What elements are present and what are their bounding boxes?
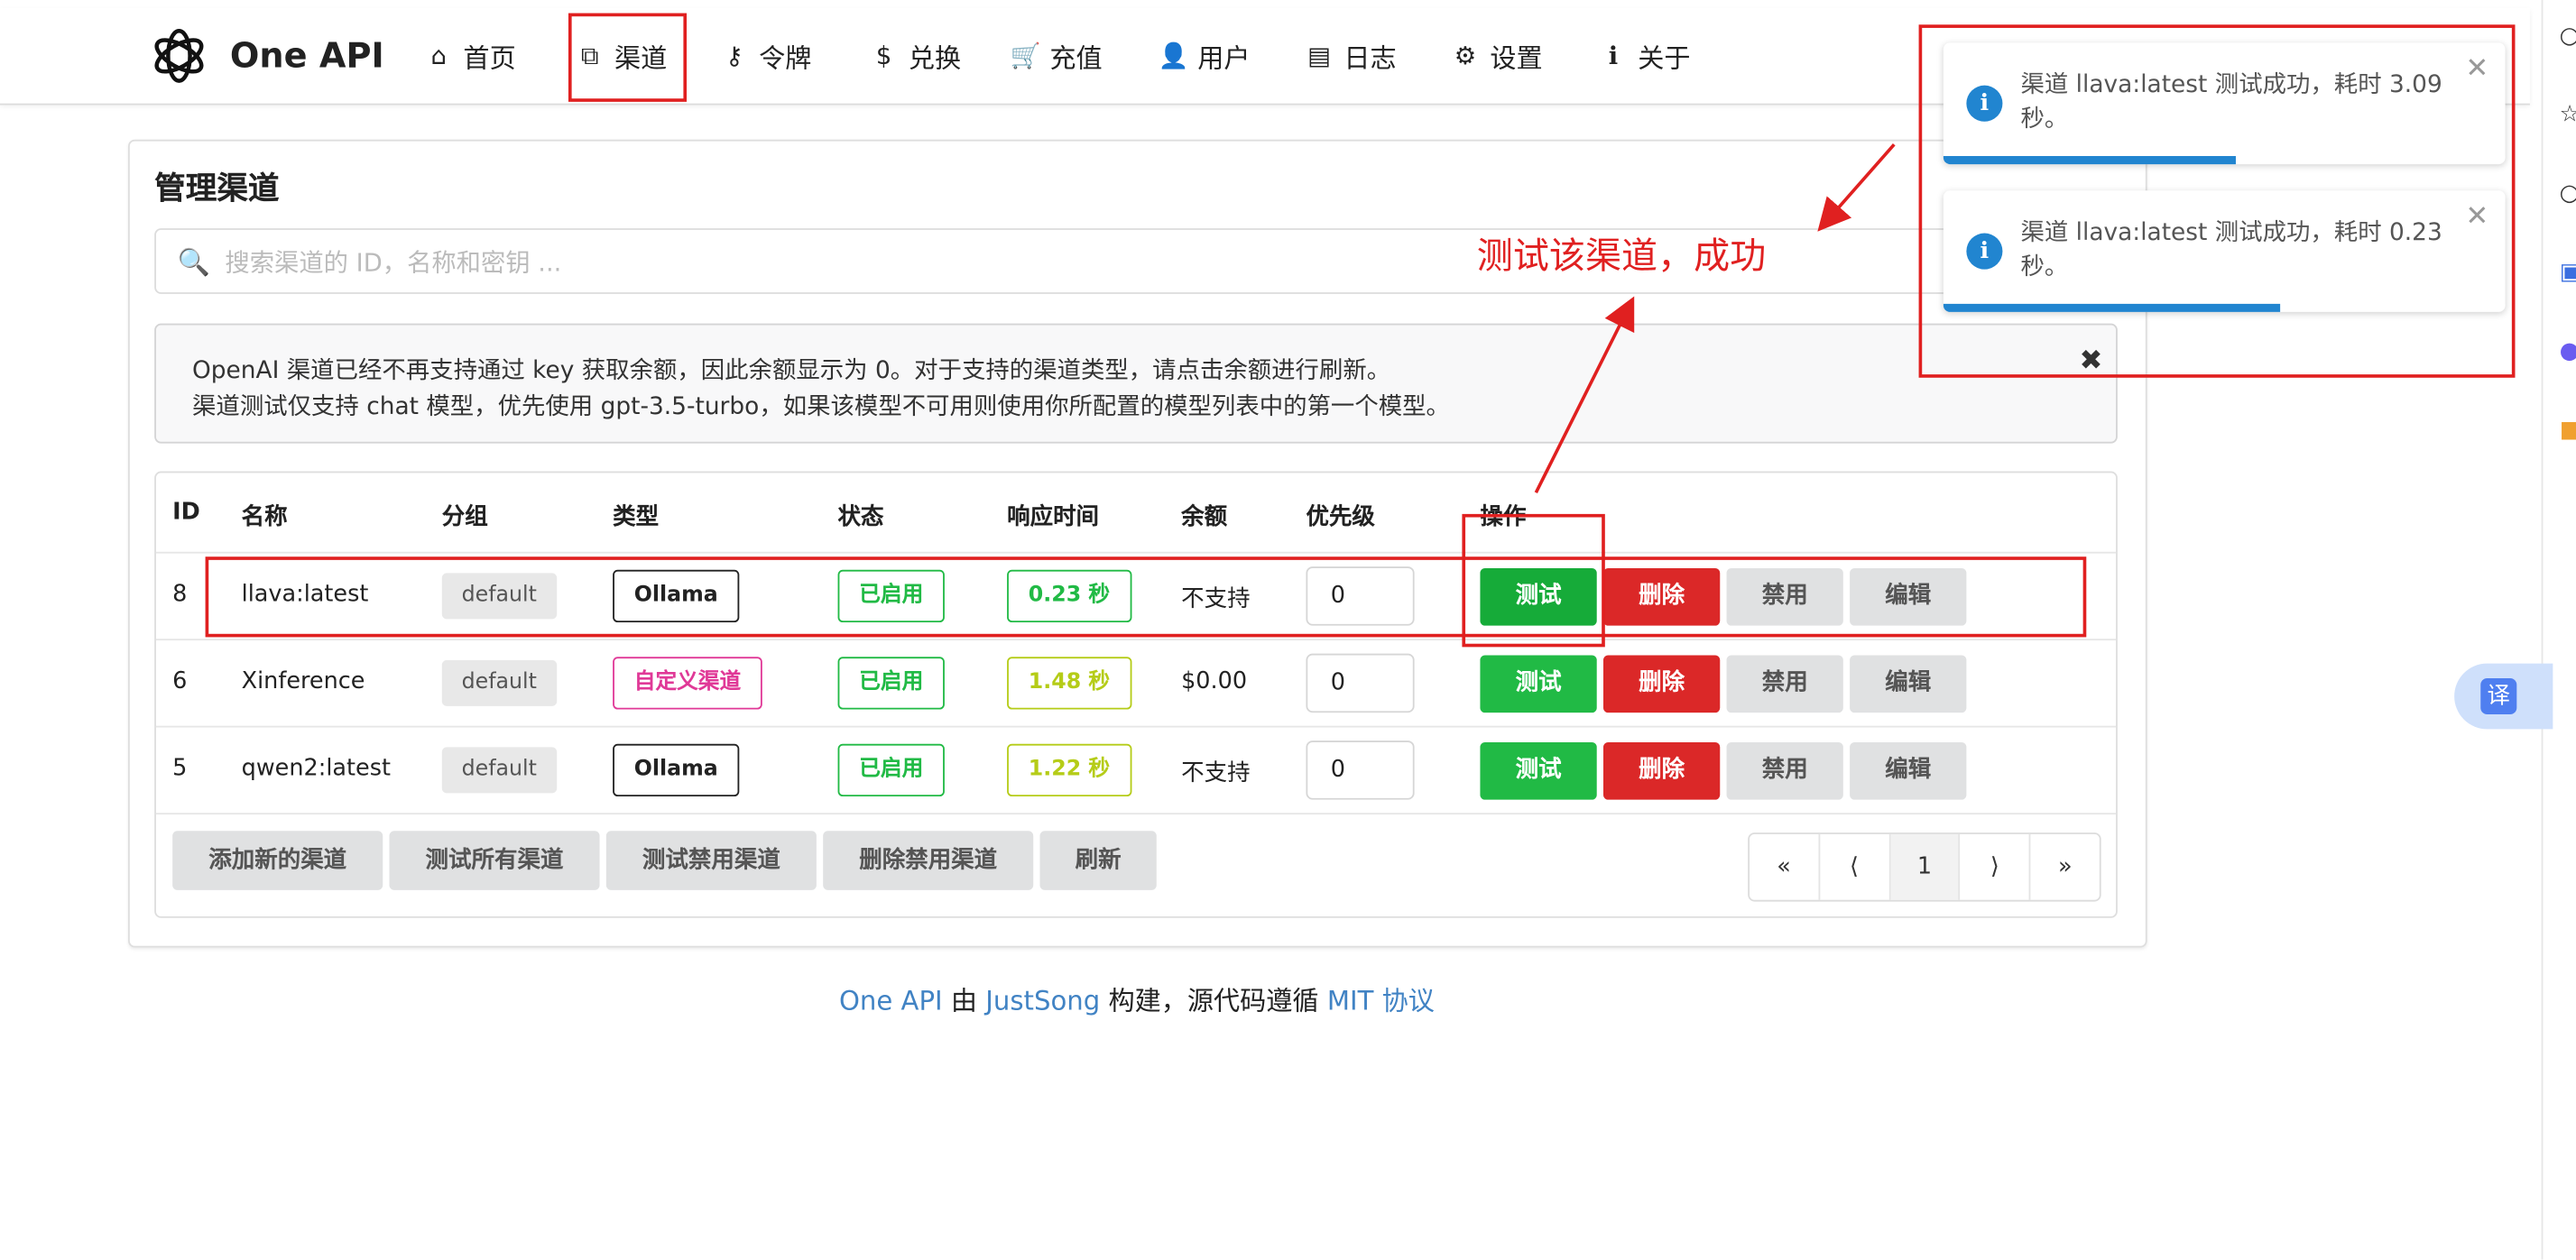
toast-notification: i 渠道 llava:latest 测试成功，耗时 0.23 秒。 ✕ (1943, 190, 2506, 312)
toast-notification: i 渠道 llava:latest 测试成功，耗时 3.09 秒。 ✕ (1943, 42, 2506, 165)
info-icon: i (1966, 85, 2003, 122)
toast-message: 渠道 llava:latest 测试成功，耗时 0.23 秒。 (2020, 219, 2442, 281)
toast-message: 渠道 llava:latest 测试成功，耗时 3.09 秒。 (2020, 72, 2442, 133)
app-root: One API ⌂ 首页 ⧉ 渠道 ⚷ 令牌 $ 兑换 🛒 充值 👤 用户 ▤ 日志 ⚙ 设置 … (0, 0, 2576, 1260)
arrow-to-toast (1817, 143, 1896, 232)
toast-progress (1943, 303, 2281, 312)
translate-icon: 译 (2480, 677, 2517, 715)
annotation-arrows (1534, 143, 1896, 494)
close-icon[interactable]: ✕ (2465, 200, 2488, 233)
arrow-to-text (1534, 296, 1635, 494)
translate-widget[interactable]: 译 (2454, 663, 2553, 730)
toast-progress (1943, 155, 2236, 165)
info-icon: i (1966, 233, 2003, 270)
close-icon[interactable]: ✕ (2465, 52, 2488, 85)
